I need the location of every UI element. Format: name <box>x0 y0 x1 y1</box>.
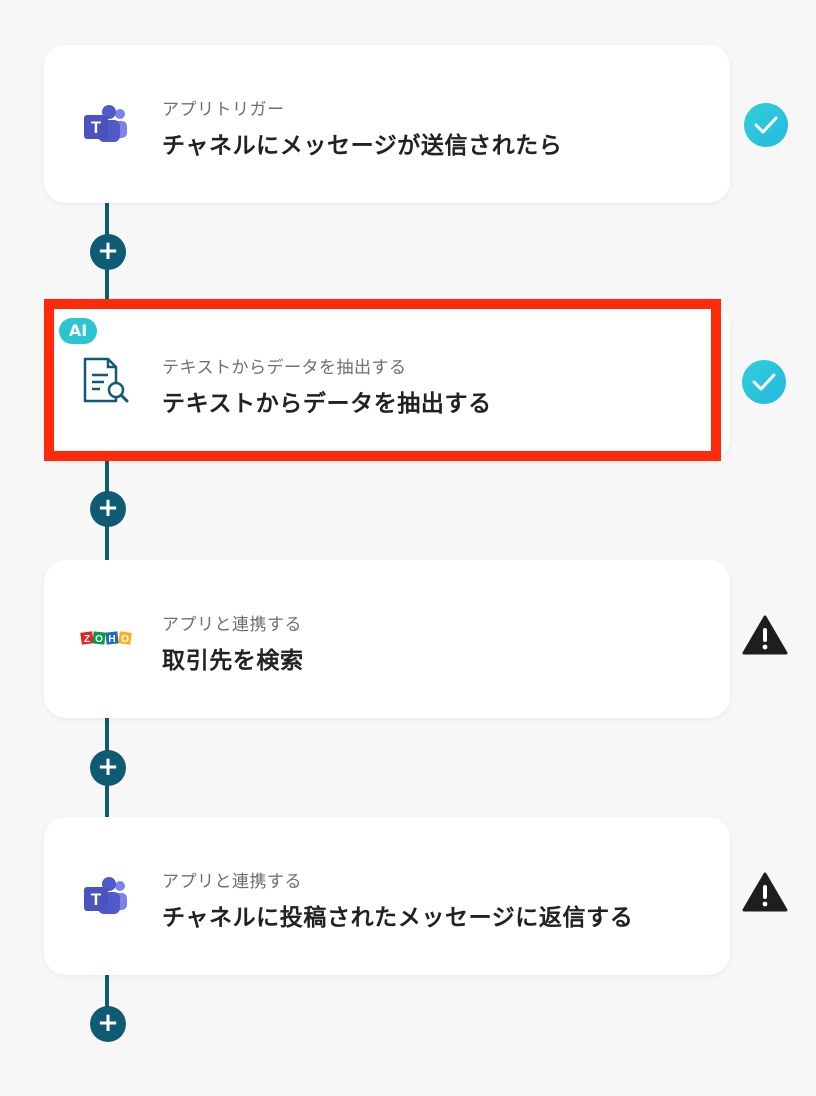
ai-badge: AI <box>59 318 97 344</box>
svg-text:H: H <box>108 634 115 645</box>
check-circle-icon <box>741 359 787 405</box>
teams-icon: T <box>82 875 130 919</box>
step-subtitle: アプリと連携する <box>162 615 302 635</box>
svg-text:Z: Z <box>84 634 90 645</box>
flow-step-trigger[interactable]: T アプリトリガー チャネルにメッセージが送信されたら <box>44 45 730 203</box>
step-title: チャネルに投稿されたメッセージに返信する <box>162 905 634 931</box>
warning-triangle-icon <box>742 871 788 917</box>
step-title: チャネルにメッセージが送信されたら <box>162 133 563 159</box>
step-title: 取引先を検索 <box>162 648 304 674</box>
svg-text:O: O <box>121 634 129 645</box>
step-subtitle: アプリと連携する <box>162 872 302 892</box>
svg-text:T: T <box>91 890 102 909</box>
step-subtitle: アプリトリガー <box>162 100 285 120</box>
svg-text:T: T <box>91 118 102 137</box>
add-step-button[interactable]: + <box>90 234 126 270</box>
zoho-logo-icon: Z O H O <box>80 628 132 648</box>
teams-icon: T <box>82 103 130 147</box>
check-circle-icon <box>743 102 789 148</box>
flow-step-zoho-search[interactable]: Z O H O アプリと連携する 取引先を検索 <box>44 560 730 718</box>
flow-step-teams-reply[interactable]: T アプリと連携する チャネルに投稿されたメッセージに返信する <box>44 817 730 975</box>
svg-text:O: O <box>95 634 103 645</box>
add-step-button[interactable]: + <box>90 1006 126 1042</box>
selection-highlight <box>44 299 721 461</box>
warning-triangle-icon <box>742 614 788 660</box>
add-step-button[interactable]: + <box>90 491 126 527</box>
add-step-button[interactable]: + <box>90 750 126 786</box>
